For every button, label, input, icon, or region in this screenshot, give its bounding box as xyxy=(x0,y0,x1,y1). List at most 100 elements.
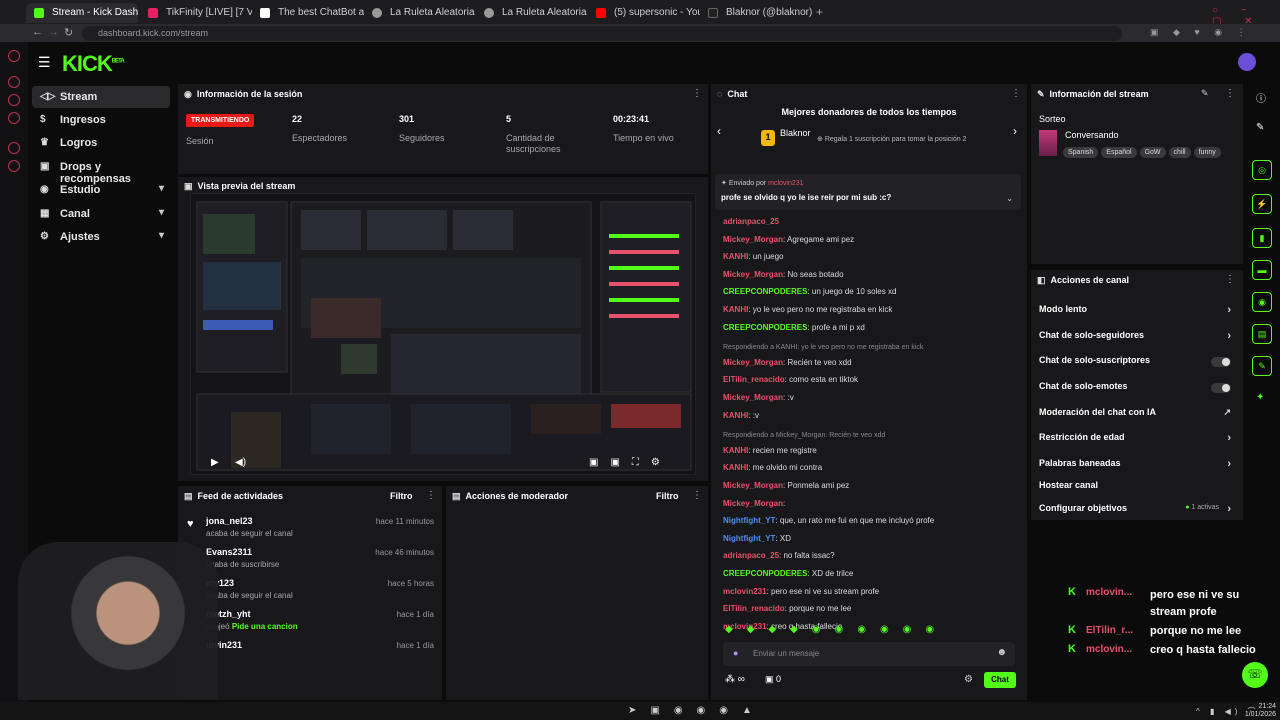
chevron-down-icon[interactable]: ⌄ xyxy=(1006,194,1013,203)
sidebar-item-ingresos[interactable]: $ Ingresos xyxy=(32,109,170,131)
browser-tab[interactable]: Stream - Kick Dashboard xyxy=(26,3,138,23)
avatar[interactable] xyxy=(1238,53,1256,71)
chat-username[interactable]: Mickey_Morgan xyxy=(723,499,783,508)
forward-icon[interactable]: → xyxy=(48,26,59,38)
chat-username[interactable]: KANHI xyxy=(723,305,748,314)
chat-username[interactable]: Mickey_Morgan xyxy=(723,481,783,490)
tag[interactable]: funny xyxy=(1193,147,1221,158)
support-chat-icon[interactable]: ☏ xyxy=(1242,662,1268,688)
chat-username[interactable]: Mickey_Morgan xyxy=(723,393,783,402)
kebab-icon[interactable]: ⋮ xyxy=(692,490,702,501)
reload-icon[interactable]: ↻ xyxy=(64,26,73,39)
chat-username[interactable]: mclovin231 xyxy=(723,587,767,596)
chat-message[interactable]: KANHI: recien me registre xyxy=(723,446,1023,455)
chat-message[interactable]: mclovin231: pero ese ni ve su stream pro… xyxy=(723,587,1023,596)
chat-username[interactable]: KANHI xyxy=(723,252,748,261)
sidebar-item-logros[interactable]: ♛ Logros xyxy=(32,132,170,154)
chat-input[interactable]: ● Enviar un mensaje ☻ xyxy=(723,642,1015,666)
chat-settings-icon[interactable]: ⚙ xyxy=(964,674,973,685)
category-name[interactable]: Conversando xyxy=(1065,130,1119,140)
action-followers-only[interactable]: Chat de solo-seguidores › xyxy=(1039,330,1239,348)
chat-message[interactable]: adrianpaco_25: no falta issac? xyxy=(723,551,1023,560)
chat-message[interactable]: CREEPCONPODERES: profe a mi p xd xyxy=(723,323,1023,332)
browser-tab[interactable]: La Ruleta Aleatoria xyxy=(476,3,588,23)
action-slow-mode[interactable]: Modo lento › xyxy=(1039,304,1239,322)
action-ai-moderation[interactable]: Moderación del chat con IA ↗ xyxy=(1039,407,1239,425)
browser-tab[interactable]: TikFinity [LIVE] [7 Viewers xyxy=(140,3,252,23)
action-subscribers-only[interactable]: Chat de solo-suscriptores xyxy=(1039,355,1239,373)
chat-username[interactable]: adrianpaco_25 xyxy=(723,551,779,560)
back-icon[interactable]: ← xyxy=(32,26,43,38)
chat-message[interactable]: Mickey_Morgan: xyxy=(723,499,1023,508)
extensions-icons[interactable]: ▣ ◆ ♥ ◉ ⋮ xyxy=(1150,27,1252,38)
filter-button[interactable]: Filtro xyxy=(656,491,679,501)
sidebar-item-estudio[interactable]: ◉ Estudio ▾ xyxy=(32,179,170,201)
gift-counter[interactable]: ▣ 0 xyxy=(765,674,781,685)
chat-username[interactable]: Nightfight_YT xyxy=(723,534,775,543)
action-host-channel[interactable]: Hostear canal xyxy=(1039,480,1239,498)
chat-username[interactable]: CREEPCONPODERES xyxy=(723,287,807,296)
info-icon[interactable]: ⓘ xyxy=(1256,90,1266,105)
chat-message[interactable]: Mickey_Morgan: :v xyxy=(723,393,1023,402)
tool-icon-1[interactable]: ◎ xyxy=(1252,160,1272,180)
chat-message[interactable]: KANHI: yo le veo pero no me registraba e… xyxy=(723,305,1023,314)
tool-icon-8[interactable]: ✦ xyxy=(1256,392,1264,403)
chat-message[interactable]: adrianpaco_25 xyxy=(723,217,1023,226)
filter-button[interactable]: Filtro xyxy=(390,491,413,501)
player-controls[interactable]: ▣▣⛶⚙ xyxy=(589,457,672,468)
stream-preview-video[interactable]: ▶ ◀) ▣▣⛶⚙ xyxy=(190,193,696,475)
chat-message[interactable]: ElTilin_renacido: porque no me lee xyxy=(723,604,1023,613)
url-field[interactable]: dashboard.kick.com/stream xyxy=(82,26,1122,41)
pinned-message[interactable]: ✦ Enviado por mclovin231 profe se olvido… xyxy=(715,174,1021,210)
kebab-icon[interactable]: ⋮ xyxy=(1011,88,1021,99)
pencil-icon[interactable]: ✎ xyxy=(1256,122,1264,133)
volume-icon[interactable]: ◀) xyxy=(235,457,246,468)
kebab-icon[interactable]: ⋮ xyxy=(426,490,436,501)
rail-icon[interactable] xyxy=(8,112,20,124)
donor-name[interactable]: Blaknor xyxy=(780,128,811,138)
chat-message[interactable]: ElTilin_renacido: como esta en tiktok xyxy=(723,375,1023,384)
browser-tab[interactable]: Blaknor (@blaknor) está e xyxy=(700,3,812,23)
chat-username[interactable]: ElTilin_renacido xyxy=(723,604,785,613)
emote-bar[interactable]: ◆◆◆◆◉◉◉◉◉◉ xyxy=(725,624,1025,638)
chat-message[interactable]: Mickey_Morgan: Agregame ami pez xyxy=(723,235,1023,244)
chat-username[interactable]: KANHI xyxy=(723,446,748,455)
toggle-switch[interactable] xyxy=(1211,357,1231,367)
browser-tab[interactable]: (5) supersonic - YouTu xyxy=(588,3,700,23)
chat-message[interactable]: Nightfight_YT: XD xyxy=(723,534,1023,543)
action-banned-words[interactable]: Palabras baneadas › xyxy=(1039,458,1239,476)
tool-icon-3[interactable]: ▮ xyxy=(1252,228,1272,248)
chat-username[interactable]: adrianpaco_25 xyxy=(723,217,779,226)
play-icon[interactable]: ▶ xyxy=(211,457,219,468)
sidebar-item-canal[interactable]: ▦ Canal ▾ xyxy=(32,203,170,225)
chat-send-button[interactable]: Chat xyxy=(984,672,1016,688)
tool-icon-6[interactable]: ▤ xyxy=(1252,324,1272,344)
tag[interactable]: GoW xyxy=(1139,147,1166,158)
chat-username[interactable]: Mickey_Morgan xyxy=(723,235,783,244)
chat-message[interactable]: Nightfight_YT: que, un rato me fui en qu… xyxy=(723,516,1023,525)
rail-icon[interactable] xyxy=(8,76,20,88)
action-emotes-only[interactable]: Chat de solo-emotes xyxy=(1039,381,1239,399)
chat-message[interactable]: Mickey_Morgan: Recién te veo xdd xyxy=(723,358,1023,367)
menu-icon[interactable]: ☰ xyxy=(38,54,51,71)
sidebar-item-ajustes[interactable]: ⚙ Ajustes ▾ xyxy=(32,226,170,248)
chat-message[interactable]: CREEPCONPODERES: XD de trilce xyxy=(723,569,1023,578)
chat-message[interactable]: KANHI: un juego xyxy=(723,252,1023,261)
rail-icon[interactable] xyxy=(8,160,20,172)
browser-tab[interactable]: La Ruleta Aleatoria xyxy=(364,3,476,23)
tool-icon-7[interactable]: ✎ xyxy=(1252,356,1272,376)
tool-icon-2[interactable]: ⚡ xyxy=(1252,194,1272,214)
rail-icon[interactable] xyxy=(8,50,20,62)
chat-username[interactable]: Mickey_Morgan xyxy=(723,358,783,367)
chat-username[interactable]: CREEPCONPODERES xyxy=(723,569,807,578)
chat-message[interactable]: CREEPCONPODERES: un juego de 10 soles xd xyxy=(723,287,1023,296)
kebab-icon[interactable]: ⋮ xyxy=(692,88,702,99)
emoji-icon[interactable]: ☻ xyxy=(996,647,1007,658)
points-indicator[interactable]: ⁂ ∞ xyxy=(725,674,745,685)
kebab-icon[interactable]: ⋮ xyxy=(1225,88,1235,99)
chat-message[interactable]: Mickey_Morgan: Ponmela ami pez xyxy=(723,481,1023,490)
chat-username[interactable]: KANHI xyxy=(723,411,748,420)
kick-logo[interactable]: KICKBETA xyxy=(62,51,125,77)
action-configure-goals[interactable]: Configurar objetivos ● 1 activas › xyxy=(1039,503,1239,521)
browser-tab[interactable]: The best ChatBot and Wi xyxy=(252,3,364,23)
